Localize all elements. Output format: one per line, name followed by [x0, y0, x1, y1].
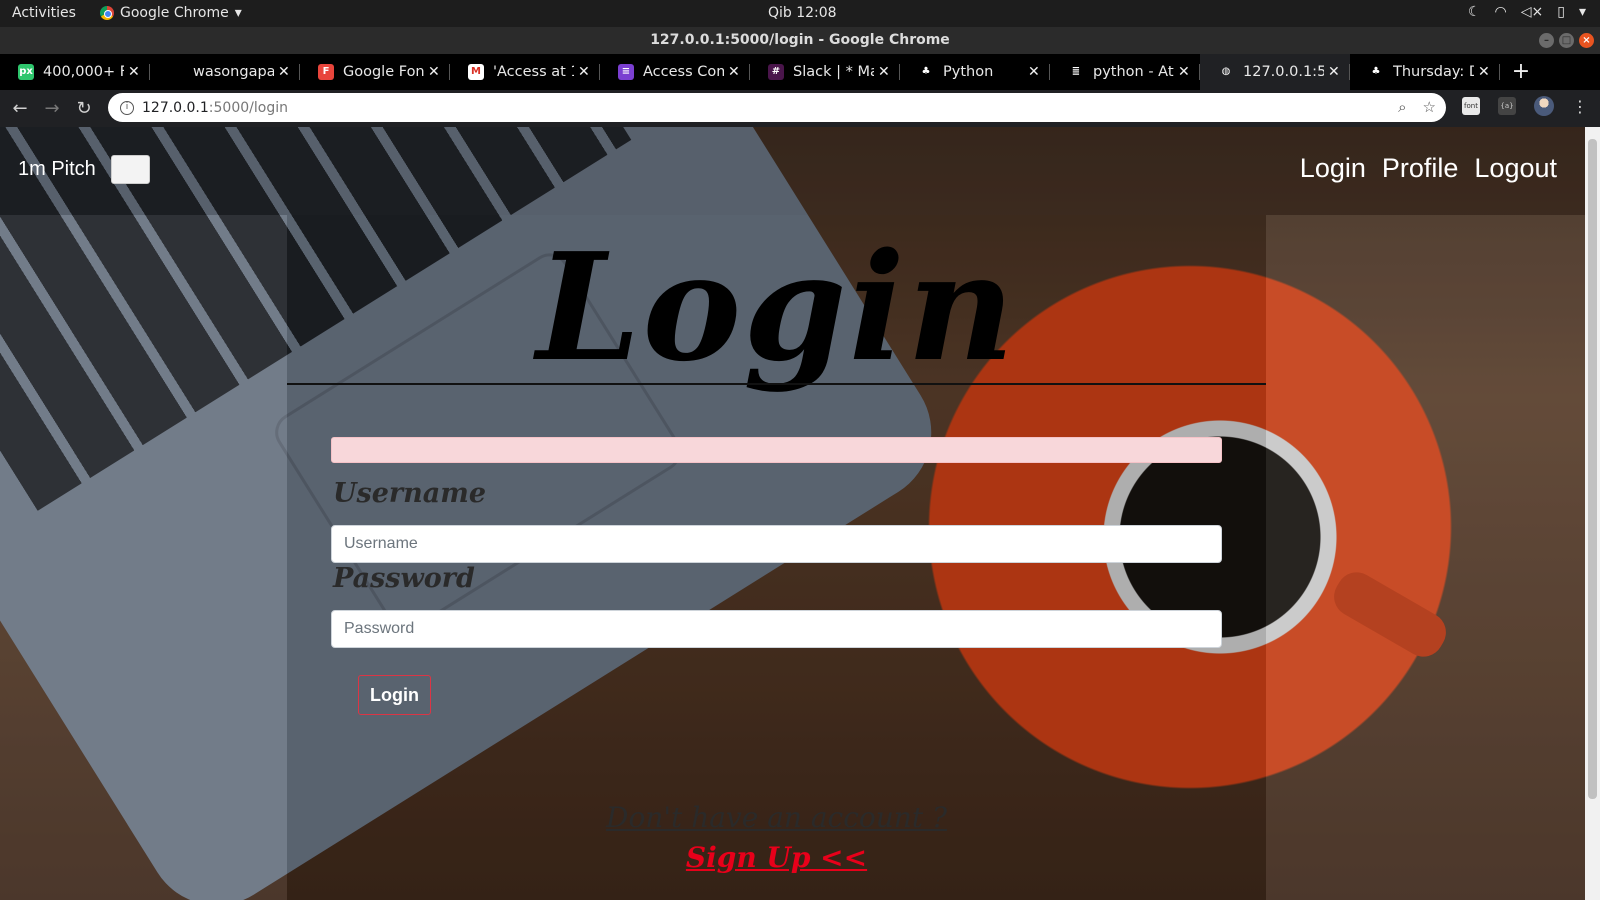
window-controls: – □ ×: [1539, 33, 1594, 48]
close-tab-icon[interactable]: ✕: [128, 64, 142, 80]
activities-button[interactable]: Activities: [12, 5, 76, 21]
flash-alert: [331, 437, 1222, 463]
close-tab-icon[interactable]: ✕: [1178, 64, 1192, 80]
clock[interactable]: Qib 12:08: [768, 5, 837, 21]
browser-tab[interactable]: ♣ Python ✕: [900, 54, 1050, 90]
no-account-link[interactable]: Don't have an account ?: [287, 801, 1266, 834]
browser-tab[interactable]: ♣ Thursday: D ✕: [1350, 54, 1500, 90]
page-title: Login: [536, 220, 1017, 394]
menu-kebab-icon[interactable]: ⋮: [1572, 97, 1588, 116]
stackoverflow-icon: ≣: [1068, 64, 1084, 80]
extensions-area: font {a} ⋮: [1462, 96, 1588, 116]
chevron-down-icon: ▾: [234, 5, 242, 21]
chevron-down-icon: ▾: [1578, 4, 1586, 20]
address-path: :5000/login: [208, 99, 288, 116]
profile-avatar[interactable]: [1534, 96, 1554, 116]
app-menu[interactable]: Google Chrome ▾: [100, 5, 242, 21]
browser-toolbar: ← → ↻ i 127.0.0.1:5000/login ⌕ ☆ font {a…: [0, 90, 1600, 127]
left-gutter: [0, 215, 287, 900]
browser-tab[interactable]: ◍ 127.0.0.1:500✕: [1200, 54, 1350, 90]
close-tab-icon[interactable]: ✕: [878, 64, 892, 80]
wifi-icon: ◠: [1494, 4, 1507, 20]
browser-tab[interactable]: F Google Font ✕: [300, 54, 450, 90]
site-navbar: 1m Pitch Login Profile Logout: [0, 127, 1585, 215]
nav-profile-link[interactable]: Profile: [1382, 153, 1459, 184]
password-input[interactable]: [331, 610, 1222, 648]
close-tab-icon[interactable]: ✕: [278, 64, 292, 80]
close-tab-icon[interactable]: ✕: [428, 64, 442, 80]
chrome-icon: [100, 6, 114, 20]
close-tab-icon[interactable]: ✕: [728, 64, 742, 80]
json-extension-icon[interactable]: {a}: [1498, 97, 1516, 115]
browser-tab[interactable]: px 400,000+ Fre✕: [0, 54, 150, 90]
scrollbar-thumb[interactable]: [1588, 139, 1597, 799]
tab-title: wasongapau: [193, 64, 274, 80]
reload-button[interactable]: ↻: [68, 98, 100, 119]
tab-strip: px400,000+ Fre✕wasongapau✕FGoogle Font✕M…: [0, 54, 1600, 90]
app-menu-label: Google Chrome: [120, 5, 229, 21]
password-label: Password: [333, 563, 475, 594]
address-host: 127.0.0.1: [142, 99, 209, 116]
battery-icon: ▯: [1557, 4, 1565, 20]
tab-title: Python: [943, 64, 994, 80]
browser-tab[interactable]: ≡ Access Comm✕: [600, 54, 750, 90]
minimize-button[interactable]: –: [1539, 33, 1554, 48]
pixabay-icon: px: [18, 64, 34, 80]
signup-link[interactable]: Sign Up <<: [287, 841, 1266, 874]
browser-tab[interactable]: # Slack | * Mar✕: [750, 54, 900, 90]
navbar-brand[interactable]: 1m Pitch: [18, 158, 96, 181]
nav-logout-link[interactable]: Logout: [1474, 153, 1557, 184]
slack-icon: #: [768, 64, 784, 80]
whatfont-extension-icon[interactable]: font: [1462, 97, 1480, 115]
forms-icon: ≡: [618, 64, 634, 80]
window-titlebar: 127.0.0.1:5000/login - Google Chrome – □…: [0, 27, 1600, 54]
tab-title: Access Comm: [643, 64, 724, 80]
system-top-bar: Activities Google Chrome ▾ Qib 12:08 ☾ ◠…: [0, 0, 1600, 27]
username-input[interactable]: [331, 525, 1222, 563]
tab-title: 400,000+ Fre: [43, 64, 124, 80]
info-icon[interactable]: i: [120, 100, 134, 115]
tab-title: Slack | * Mar: [793, 64, 874, 80]
browser-tab[interactable]: M 'Access at 1'✕: [450, 54, 600, 90]
address-bar[interactable]: i 127.0.0.1:5000/login ⌕ ☆: [108, 93, 1446, 122]
bookmark-star-icon[interactable]: ☆: [1423, 98, 1436, 116]
browser-tab[interactable]: ≣ python - Att ✕: [1050, 54, 1200, 90]
volume-icon: ◁×: [1520, 4, 1544, 20]
window-title: 127.0.0.1:5000/login - Google Chrome: [650, 32, 950, 48]
title-divider: [287, 383, 1266, 385]
navbar-links: Login Profile Logout: [1300, 153, 1557, 184]
globe-icon: ◍: [1218, 64, 1234, 80]
close-window-button[interactable]: ×: [1579, 33, 1594, 48]
new-tab-button[interactable]: +: [1506, 54, 1536, 90]
close-tab-icon[interactable]: ✕: [1328, 64, 1342, 80]
tab-title: python - Att: [1093, 64, 1174, 80]
close-tab-icon[interactable]: ✕: [578, 64, 592, 80]
github-icon: [168, 64, 184, 80]
page-scrollbar[interactable]: [1585, 127, 1600, 900]
night-light-icon: ☾: [1467, 4, 1481, 20]
nav-login-link[interactable]: Login: [1300, 153, 1366, 184]
browser-tab[interactable]: wasongapau✕: [150, 54, 300, 90]
python-icon: ♣: [1368, 64, 1384, 80]
forward-button[interactable]: →: [36, 98, 68, 119]
maximize-button[interactable]: □: [1559, 33, 1574, 48]
close-tab-icon[interactable]: ✕: [1028, 64, 1042, 80]
system-tray[interactable]: ☾ ◠ ◁× ▯ ▾: [1468, 4, 1586, 20]
close-tab-icon[interactable]: ✕: [1478, 64, 1492, 80]
login-submit-button[interactable]: Login: [358, 675, 431, 715]
back-button[interactable]: ←: [4, 98, 36, 119]
tab-title: Google Font: [343, 64, 424, 80]
navbar-toggler[interactable]: [111, 155, 150, 184]
right-gutter: [1266, 215, 1585, 900]
gmail-icon: M: [468, 64, 484, 80]
python-icon: ♣: [918, 64, 934, 80]
tab-title: 'Access at 1': [493, 64, 574, 80]
google-fonts-icon: F: [318, 64, 334, 80]
username-label: Username: [333, 478, 487, 509]
tab-title: 127.0.0.1:500: [1243, 64, 1324, 80]
tab-title: Thursday: D: [1393, 64, 1474, 80]
zoom-icon[interactable]: ⌕: [1398, 98, 1406, 116]
page-viewport: 1m Pitch Login Profile Logout Login User…: [0, 127, 1585, 900]
